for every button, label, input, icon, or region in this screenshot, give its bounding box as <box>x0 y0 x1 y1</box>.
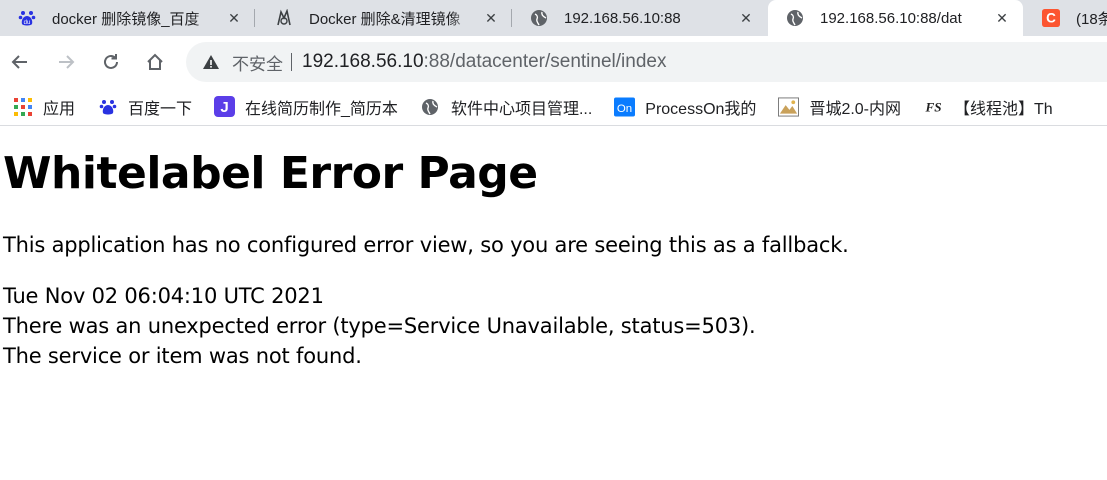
globe-icon <box>420 96 441 117</box>
reload-icon <box>104 54 118 69</box>
svg-text:On: On <box>617 102 632 114</box>
bookmark-baidu[interactable]: 百度一下 <box>97 93 202 121</box>
close-icon[interactable]: ✕ <box>225 9 243 27</box>
bookmark-software-center[interactable]: 软件中心项目管理... <box>420 93 602 121</box>
horse-logo-icon <box>275 9 293 27</box>
tab-separator <box>254 9 255 27</box>
image-thumb-icon <box>778 96 800 117</box>
tab-title: 192.168.56.10:88/dat <box>820 9 962 27</box>
globe-icon <box>786 9 804 27</box>
bookmark-label: 【线程池】Th <box>954 100 1053 118</box>
tab-strip: du docker 删除镜像_百度 ✕ Docker 删除&清理镜像 ✕ 192… <box>0 0 1107 36</box>
processon-icon: On <box>614 96 636 117</box>
address-bar[interactable]: 不安全 192.168.56.10:88/datacenter/sentinel… <box>186 42 1107 82</box>
omnibox-divider <box>291 53 292 71</box>
error-details: Tue Nov 02 06:04:10 UTC 2021 There was a… <box>3 281 1103 371</box>
browser-toolbar: 不安全 192.168.56.10:88/datacenter/sentinel… <box>0 36 1107 88</box>
reload-button[interactable] <box>95 46 127 78</box>
fs-logo-icon: FS <box>923 96 944 117</box>
bookmark-apps[interactable]: 应用 <box>12 93 85 121</box>
forward-button[interactable] <box>50 46 82 78</box>
svg-text:FS: FS <box>924 99 941 114</box>
j-logo-icon: J <box>214 96 236 117</box>
bookmark-jincheng[interactable]: 晋城2.0-内网 <box>778 93 911 121</box>
bookmark-label: 在线简历制作_简历本 <box>245 100 398 118</box>
forward-arrow-icon <box>59 55 75 69</box>
bookmark-label: 应用 <box>43 100 76 118</box>
url-text[interactable]: 192.168.56.10:88/datacenter/sentinel/ind… <box>302 51 666 73</box>
svg-text:du: du <box>24 20 31 26</box>
close-icon[interactable]: ✕ <box>482 9 500 27</box>
tab-active-datacenter[interactable]: 192.168.56.10:88/dat ✕ <box>768 0 1023 36</box>
warning-triangle-icon[interactable] <box>202 53 220 71</box>
back-arrow-icon <box>11 55 27 69</box>
tab-title: 192.168.56.10:88 <box>564 9 681 27</box>
tab-csdn[interactable]: C (18条 <box>1024 0 1107 36</box>
back-button[interactable] <box>4 46 36 78</box>
bookmarks-bar: 应用 百度一下 J 在线简历制作_简历本 软件中心项目管理... On Proc… <box>0 88 1107 126</box>
tab-docker-baidu[interactable]: du docker 删除镜像_百度 ✕ <box>0 0 255 36</box>
baidu-paw-icon <box>97 96 118 117</box>
bookmark-label: ProcessOn我的 <box>645 100 757 118</box>
bookmark-resume[interactable]: J 在线简历制作_简历本 <box>214 93 408 121</box>
error-message: The service or item was not found. <box>3 344 362 369</box>
bookmark-label: 软件中心项目管理... <box>450 100 593 118</box>
bookmark-label: 晋城2.0-内网 <box>809 100 902 118</box>
tab-docker-cleanup[interactable]: Docker 删除&清理镜像 ✕ <box>257 0 512 36</box>
globe-icon <box>530 9 548 27</box>
close-icon[interactable]: ✕ <box>993 9 1011 27</box>
svg-text:C: C <box>1046 11 1056 26</box>
bookmark-processon[interactable]: On ProcessOn我的 <box>614 93 766 121</box>
tab-title: Docker 删除&清理镜像 <box>309 10 461 28</box>
apps-grid-icon <box>12 96 33 117</box>
home-icon <box>147 53 163 70</box>
svg-text:J: J <box>220 99 228 116</box>
tab-title: docker 删除镜像_百度 <box>52 10 200 28</box>
url-path: :88/datacenter/sentinel/index <box>423 51 667 72</box>
baidu-paw-icon: du <box>18 9 36 27</box>
bookmark-threadpool[interactable]: FS 【线程池】Th <box>923 93 1063 121</box>
close-icon[interactable]: ✕ <box>737 9 755 27</box>
url-host: 192.168.56.10 <box>302 51 424 72</box>
bookmark-label: 百度一下 <box>128 100 193 118</box>
tab-ip-88[interactable]: 192.168.56.10:88 ✕ <box>512 0 767 36</box>
security-status-label[interactable]: 不安全 <box>232 50 283 75</box>
error-type-status: There was an unexpected error (type=Serv… <box>3 314 756 339</box>
home-button[interactable] <box>139 46 171 78</box>
csdn-c-icon: C <box>1042 9 1060 27</box>
page-title: Whitelabel Error Page <box>3 148 538 199</box>
page-content: Whitelabel Error Page This application h… <box>3 128 1103 371</box>
tab-title: (18条 <box>1076 10 1107 28</box>
fallback-notice: This application has no configured error… <box>3 233 849 258</box>
error-timestamp: Tue Nov 02 06:04:10 UTC 2021 <box>3 284 324 309</box>
